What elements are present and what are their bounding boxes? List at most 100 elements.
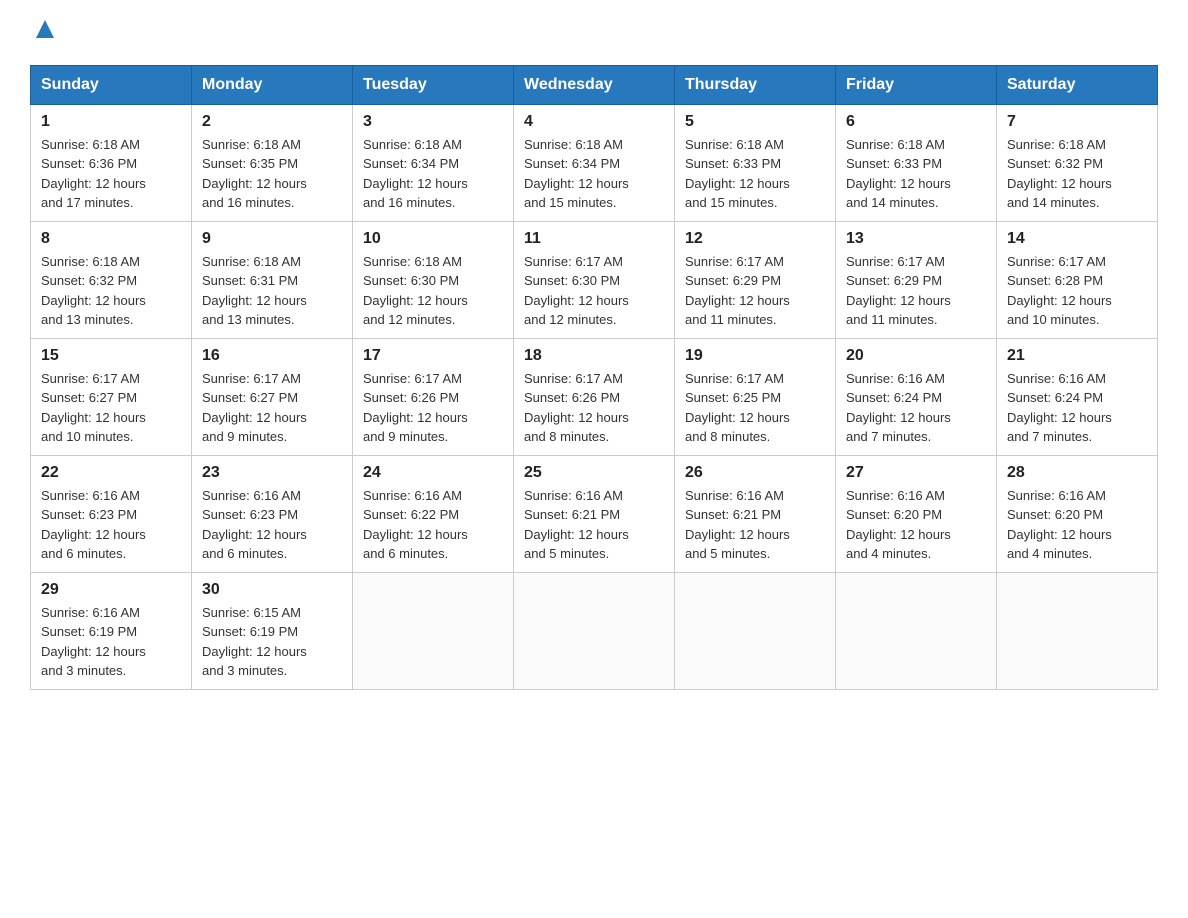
calendar-cell: 11 Sunrise: 6:17 AM Sunset: 6:30 PM Dayl… [514,221,675,338]
daylight-label: Daylight: 12 hours [202,644,307,659]
sunset-label: Sunset: [363,273,411,288]
sunrise-label: Sunrise: [685,137,736,152]
day-info: Sunrise: 6:16 AM Sunset: 6:21 PM Dayligh… [685,486,825,564]
calendar-header: SundayMondayTuesdayWednesdayThursdayFrid… [31,65,1158,104]
sunrise-label: Sunrise: [41,605,92,620]
calendar-cell: 6 Sunrise: 6:18 AM Sunset: 6:33 PM Dayli… [836,104,997,221]
calendar-week-1: 1 Sunrise: 6:18 AM Sunset: 6:36 PM Dayli… [31,104,1158,221]
sunrise-label: Sunrise: [202,605,253,620]
day-info: Sunrise: 6:16 AM Sunset: 6:20 PM Dayligh… [846,486,986,564]
daylight-label: Daylight: 12 hours [202,527,307,542]
day-number: 9 [202,230,342,248]
day-info: Sunrise: 6:17 AM Sunset: 6:26 PM Dayligh… [363,369,503,447]
weekday-header-friday: Friday [836,65,997,104]
calendar-cell: 27 Sunrise: 6:16 AM Sunset: 6:20 PM Dayl… [836,455,997,572]
calendar-cell: 15 Sunrise: 6:17 AM Sunset: 6:27 PM Dayl… [31,338,192,455]
sunrise-value: 6:18 AM [414,254,462,269]
day-info: Sunrise: 6:18 AM Sunset: 6:32 PM Dayligh… [1007,135,1147,213]
sunrise-label: Sunrise: [363,254,414,269]
day-info: Sunrise: 6:16 AM Sunset: 6:24 PM Dayligh… [1007,369,1147,447]
day-number: 7 [1007,113,1147,131]
sunrise-value: 6:17 AM [1058,254,1106,269]
daylight-minutes: and 5 minutes. [685,546,770,561]
calendar-cell: 26 Sunrise: 6:16 AM Sunset: 6:21 PM Dayl… [675,455,836,572]
sunrise-label: Sunrise: [1007,137,1058,152]
sunset-label: Sunset: [202,390,250,405]
calendar-cell: 4 Sunrise: 6:18 AM Sunset: 6:34 PM Dayli… [514,104,675,221]
daylight-minutes: and 10 minutes. [41,429,134,444]
sunrise-value: 6:16 AM [92,488,140,503]
daylight-label: Daylight: 12 hours [202,410,307,425]
sunset-value: 6:29 PM [733,273,781,288]
sunset-value: 6:27 PM [250,390,298,405]
calendar-cell [675,572,836,689]
sunset-value: 6:21 PM [733,507,781,522]
day-info: Sunrise: 6:16 AM Sunset: 6:24 PM Dayligh… [846,369,986,447]
sunrise-value: 6:16 AM [253,488,301,503]
day-info: Sunrise: 6:18 AM Sunset: 6:34 PM Dayligh… [524,135,664,213]
day-info: Sunrise: 6:18 AM Sunset: 6:33 PM Dayligh… [846,135,986,213]
sunrise-value: 6:18 AM [1058,137,1106,152]
day-info: Sunrise: 6:18 AM Sunset: 6:30 PM Dayligh… [363,252,503,330]
sunrise-label: Sunrise: [41,371,92,386]
day-number: 14 [1007,230,1147,248]
daylight-label: Daylight: 12 hours [363,410,468,425]
weekday-header-sunday: Sunday [31,65,192,104]
sunrise-label: Sunrise: [363,371,414,386]
calendar-cell: 16 Sunrise: 6:17 AM Sunset: 6:27 PM Dayl… [192,338,353,455]
day-number: 24 [363,464,503,482]
day-number: 5 [685,113,825,131]
sunset-label: Sunset: [1007,507,1055,522]
day-number: 17 [363,347,503,365]
sunset-value: 6:32 PM [1055,156,1103,171]
day-info: Sunrise: 6:18 AM Sunset: 6:31 PM Dayligh… [202,252,342,330]
sunset-value: 6:26 PM [572,390,620,405]
daylight-label: Daylight: 12 hours [846,410,951,425]
sunset-value: 6:33 PM [894,156,942,171]
sunset-value: 6:24 PM [1055,390,1103,405]
calendar-cell: 30 Sunrise: 6:15 AM Sunset: 6:19 PM Dayl… [192,572,353,689]
day-number: 15 [41,347,181,365]
sunrise-label: Sunrise: [1007,254,1058,269]
daylight-minutes: and 3 minutes. [41,663,126,678]
day-info: Sunrise: 6:17 AM Sunset: 6:28 PM Dayligh… [1007,252,1147,330]
sunrise-label: Sunrise: [41,254,92,269]
calendar-cell: 23 Sunrise: 6:16 AM Sunset: 6:23 PM Dayl… [192,455,353,572]
sunset-label: Sunset: [846,507,894,522]
day-number: 18 [524,347,664,365]
day-number: 29 [41,581,181,599]
sunrise-label: Sunrise: [363,488,414,503]
daylight-minutes: and 16 minutes. [202,195,295,210]
sunrise-label: Sunrise: [524,371,575,386]
weekday-header-tuesday: Tuesday [353,65,514,104]
daylight-minutes: and 5 minutes. [524,546,609,561]
sunset-value: 6:20 PM [1055,507,1103,522]
sunrise-label: Sunrise: [41,488,92,503]
day-number: 8 [41,230,181,248]
sunset-value: 6:31 PM [250,273,298,288]
daylight-minutes: and 12 minutes. [363,312,456,327]
sunrise-value: 6:18 AM [736,137,784,152]
day-info: Sunrise: 6:17 AM Sunset: 6:27 PM Dayligh… [202,369,342,447]
day-info: Sunrise: 6:17 AM Sunset: 6:25 PM Dayligh… [685,369,825,447]
day-number: 26 [685,464,825,482]
daylight-label: Daylight: 12 hours [846,293,951,308]
sunset-value: 6:19 PM [89,624,137,639]
sunset-label: Sunset: [41,273,89,288]
calendar-cell [997,572,1158,689]
sunrise-value: 6:15 AM [253,605,301,620]
calendar-body: 1 Sunrise: 6:18 AM Sunset: 6:36 PM Dayli… [31,104,1158,689]
sunrise-label: Sunrise: [846,254,897,269]
sunrise-label: Sunrise: [41,137,92,152]
sunset-label: Sunset: [202,273,250,288]
day-info: Sunrise: 6:17 AM Sunset: 6:30 PM Dayligh… [524,252,664,330]
day-number: 20 [846,347,986,365]
sunset-label: Sunset: [685,507,733,522]
daylight-label: Daylight: 12 hours [41,644,146,659]
calendar-week-5: 29 Sunrise: 6:16 AM Sunset: 6:19 PM Dayl… [31,572,1158,689]
day-info: Sunrise: 6:18 AM Sunset: 6:36 PM Dayligh… [41,135,181,213]
sunrise-label: Sunrise: [524,137,575,152]
daylight-label: Daylight: 12 hours [524,176,629,191]
day-info: Sunrise: 6:16 AM Sunset: 6:19 PM Dayligh… [41,603,181,681]
daylight-label: Daylight: 12 hours [202,293,307,308]
